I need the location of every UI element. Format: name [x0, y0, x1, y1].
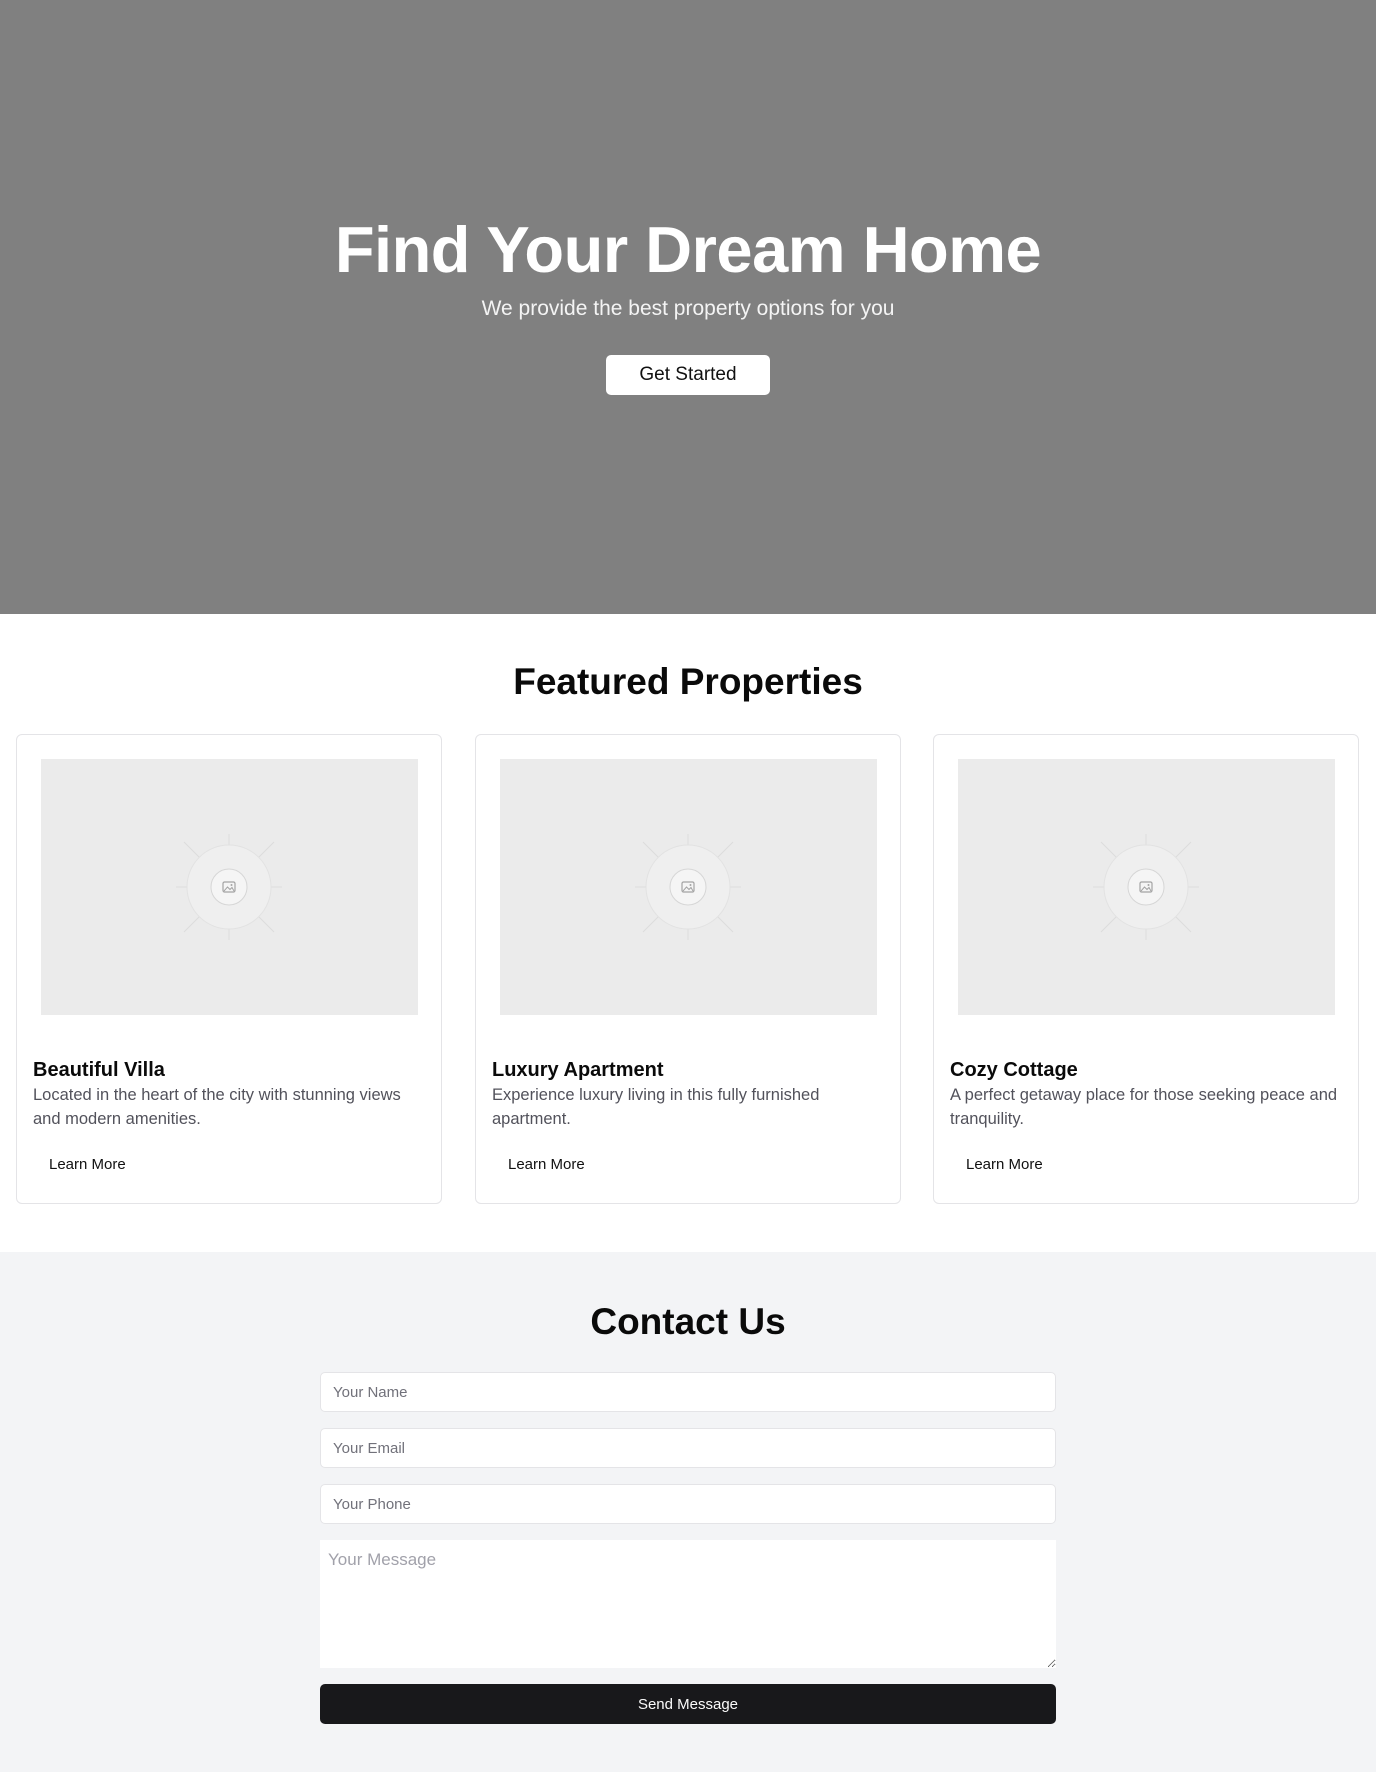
contact-section: Contact Us Send Message	[0, 1252, 1376, 1772]
image-placeholder-icon	[176, 834, 282, 940]
learn-more-button[interactable]: Learn More	[33, 1147, 142, 1181]
featured-properties-title: Featured Properties	[513, 661, 863, 702]
message-field[interactable]	[320, 1540, 1056, 1668]
image-placeholder-icon	[635, 834, 741, 940]
property-image	[958, 759, 1335, 1015]
property-image	[41, 759, 418, 1015]
contact-title: Contact Us	[590, 1301, 786, 1342]
property-title: Cozy Cottage	[950, 1059, 1078, 1081]
learn-more-button[interactable]: Learn More	[950, 1147, 1059, 1181]
hero-section: Find Your Dream Home We provide the best…	[0, 0, 1376, 614]
learn-more-button[interactable]: Learn More	[492, 1147, 601, 1181]
phone-field[interactable]	[320, 1484, 1056, 1524]
property-image	[500, 759, 877, 1015]
property-title: Beautiful Villa	[33, 1059, 165, 1081]
property-card: Luxury Apartment Experience luxury livin…	[475, 734, 901, 1204]
name-field[interactable]	[320, 1372, 1056, 1412]
property-card: Cozy Cottage A perfect getaway place for…	[933, 734, 1359, 1204]
send-message-button[interactable]: Send Message	[320, 1684, 1056, 1724]
property-card: Beautiful Villa Located in the heart of …	[16, 734, 442, 1204]
hero-title: Find Your Dream Home	[334, 213, 1042, 286]
image-placeholder-icon	[1093, 834, 1199, 940]
property-description: Experience luxury living in this fully f…	[492, 1086, 820, 1128]
email-field[interactable]	[320, 1428, 1056, 1468]
property-description: Located in the heart of the city with st…	[33, 1086, 401, 1128]
property-title: Luxury Apartment	[492, 1059, 664, 1081]
property-description: A perfect getaway place for those seekin…	[950, 1086, 1338, 1128]
get-started-button[interactable]: Get Started	[606, 355, 770, 395]
hero-subtitle: We provide the best property options for…	[481, 297, 895, 320]
